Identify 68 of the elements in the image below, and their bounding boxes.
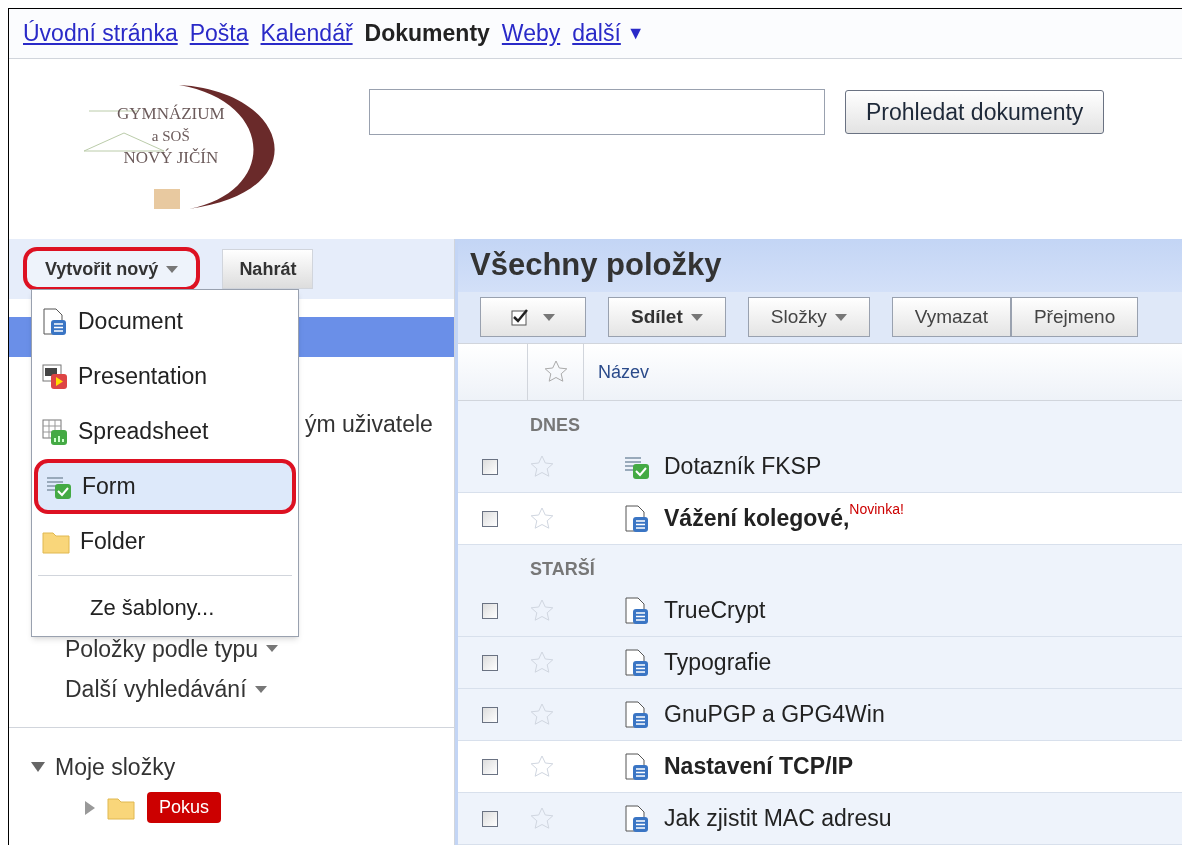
column-header[interactable]: Název [598, 358, 650, 386]
presentation-icon [42, 362, 68, 391]
row-checkbox[interactable] [482, 706, 498, 723]
new-label: Novinka! [849, 500, 904, 519]
page-title: Všechny položky [470, 246, 722, 285]
file-name[interactable]: Dotazník FKSP [664, 449, 822, 484]
filter-dropdown[interactable]: Další vyhledávání [65, 672, 454, 707]
create-new-button[interactable]: Vytvořit nový [23, 247, 201, 291]
document-icon [624, 596, 650, 625]
logo-text: NOVÝ JIČÍN [123, 147, 219, 169]
checkbox-icon [511, 308, 529, 327]
toolbar-button[interactable]: Složky [747, 297, 870, 338]
menu-item[interactable]: Form [34, 459, 296, 514]
nav-link[interactable]: Dokumenty [364, 16, 490, 51]
upload-button[interactable]: Nahrát [222, 249, 314, 289]
nav-link[interactable]: Kalendář [260, 16, 353, 51]
search-button[interactable]: Prohledat dokumenty [845, 90, 1105, 134]
file-name[interactable]: Vážení kolegové, [664, 501, 850, 536]
row-checkbox[interactable] [482, 810, 498, 827]
file-name[interactable]: GnuPGP a GPG4Win [664, 697, 885, 732]
folder-label[interactable]: Pokus [147, 792, 222, 823]
row-checkbox[interactable] [482, 654, 498, 671]
file-name[interactable]: TrueCrypt [664, 593, 766, 628]
file-name[interactable]: Jak zjistit MAC adresu [664, 801, 892, 836]
document-icon [624, 752, 650, 781]
logo-text: GYMNÁZIUM [117, 103, 225, 125]
filter-dropdown[interactable]: Položky podle typu [65, 631, 454, 666]
menu-item[interactable]: Ze šablony... [32, 582, 298, 632]
menu-item[interactable]: Spreadsheet [34, 404, 296, 459]
spreadsheet-icon [42, 417, 68, 446]
search-field[interactable] [369, 89, 825, 135]
document-icon [624, 504, 650, 533]
file-name[interactable]: Nastavení TCP/IP [664, 749, 854, 784]
toolbar-button[interactable]: Přejmeno [1010, 297, 1139, 338]
document-icon [624, 804, 650, 833]
caret-icon [834, 313, 847, 321]
menu-item[interactable]: Document [34, 294, 296, 349]
folder-icon [107, 795, 135, 820]
logo-text: a SOŠ [151, 127, 190, 146]
nav-link[interactable]: Úvodní stránka [23, 16, 178, 51]
select-dropdown[interactable] [480, 297, 586, 338]
caret-icon [543, 313, 555, 321]
caret-icon [690, 313, 703, 321]
nav-link[interactable]: Pošta [189, 16, 249, 51]
toolbar-button[interactable]: Sdílet [608, 297, 726, 338]
file-row[interactable]: Nastavení TCP/IP [458, 741, 1182, 793]
menu-item[interactable]: Folder [34, 514, 296, 569]
row-checkbox[interactable] [482, 510, 498, 527]
toolbar-button[interactable]: Vymazat [891, 297, 1011, 338]
row-checkbox[interactable] [482, 758, 498, 775]
menu-item[interactable]: Presentation [34, 349, 296, 404]
nav-link[interactable]: další [572, 16, 621, 51]
folder-icon [42, 529, 70, 554]
caret-icon [166, 265, 179, 273]
star-icon [543, 360, 568, 384]
group-label: STARŠÍ [529, 557, 596, 581]
document-icon [624, 648, 650, 677]
document-icon [42, 307, 68, 336]
row-checkbox[interactable] [482, 602, 498, 619]
caret-icon [254, 685, 267, 693]
row-checkbox[interactable] [482, 458, 498, 475]
document-icon [624, 700, 650, 729]
caret-icon [266, 645, 279, 653]
group-label: DNES [529, 414, 581, 437]
caret-icon[interactable]: ▼ [626, 20, 645, 47]
file-name[interactable]: Typografie [664, 645, 772, 680]
nav-link[interactable]: Weby [501, 16, 561, 51]
folder-tree-item[interactable]: Moje složky [55, 749, 176, 784]
